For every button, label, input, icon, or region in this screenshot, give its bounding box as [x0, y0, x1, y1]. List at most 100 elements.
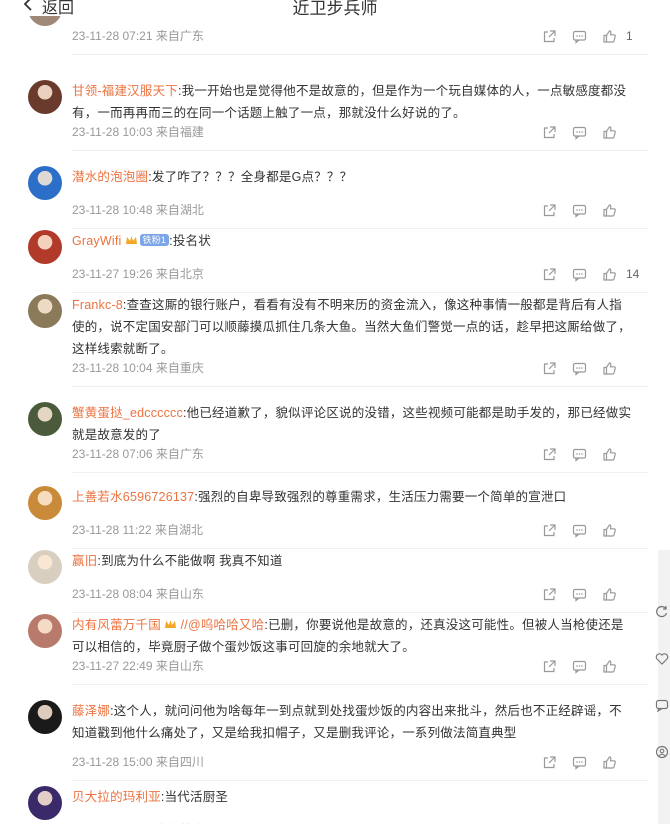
comment-date: 23-11-27 19:26: [72, 267, 153, 281]
username-link[interactable]: 上善若水6596726137: [72, 490, 194, 504]
avatar[interactable]: [28, 166, 62, 200]
username-link[interactable]: 内有风蕾万千国: [72, 618, 161, 632]
avatar[interactable]: [28, 294, 62, 328]
avatar[interactable]: [28, 700, 62, 734]
username-link[interactable]: Frankc-8: [72, 298, 123, 312]
share-icon[interactable]: [534, 753, 564, 771]
reply-icon[interactable]: [564, 657, 594, 675]
avatar[interactable]: [28, 486, 62, 520]
like-icon[interactable]: [594, 201, 624, 219]
share-icon[interactable]: [534, 27, 564, 45]
comment-actions: [534, 585, 642, 603]
comment-date: 23-11-28 15:00: [72, 755, 153, 769]
comment-actions: [534, 201, 642, 219]
profile-icon[interactable]: [655, 745, 669, 759]
avatar[interactable]: [28, 614, 62, 648]
divider: [72, 548, 648, 549]
avatar[interactable]: [28, 80, 62, 114]
username-link[interactable]: 蟹黄蛋挞_edcccccc: [72, 406, 183, 420]
like-icon[interactable]: [594, 123, 624, 141]
comment-location: 来自山东: [155, 587, 204, 601]
username-link[interactable]: 贝大拉的玛利亚: [72, 790, 161, 804]
reply-icon[interactable]: [564, 521, 594, 539]
heart-icon[interactable]: [655, 652, 669, 666]
like-icon[interactable]: [594, 265, 624, 283]
comment-meta: 23-11-28 10:04 来自重庆: [72, 360, 204, 376]
reply-icon[interactable]: [564, 359, 594, 377]
comment-date: 23-11-28 08:04: [72, 587, 153, 601]
like-icon[interactable]: [594, 445, 624, 463]
comment-body: 查查这厮的银行账户，看看有没有不明来历的资金流入，像这种事情一般都是背后有人指使…: [72, 298, 631, 356]
username-link[interactable]: 赢旧: [72, 554, 97, 568]
username-link[interactable]: 潜水的泡泡圈: [72, 170, 148, 184]
avatar[interactable]: [28, 230, 62, 264]
share-icon[interactable]: [534, 585, 564, 603]
comment-actions: [534, 753, 642, 771]
comment-item: 内有风蕾万千国 //@呜哈哈又哈:已删，你要说他是故意的，还真没这可能性。但被人…: [28, 614, 648, 685]
divider: [72, 228, 648, 229]
share-icon[interactable]: [534, 201, 564, 219]
comment-location: 来自重庆: [155, 361, 204, 375]
divider: [72, 472, 648, 473]
like-icon[interactable]: [594, 657, 624, 675]
comment-item: 蟹黄蛋挞_edcccccc:他已经道歉了，貌似评论区说的没错，这些视频可能都是助…: [28, 402, 648, 473]
reply-icon[interactable]: [564, 27, 594, 45]
comment-text: 赢旧:到底为什么不能做啊 我真不知道: [72, 550, 632, 572]
like-icon[interactable]: [594, 359, 624, 377]
reply-icon[interactable]: [564, 753, 594, 771]
like-icon[interactable]: [594, 521, 624, 539]
comment-meta: 23-11-27 22:49 来自山东: [72, 658, 204, 674]
share-icon[interactable]: [534, 521, 564, 539]
share-icon[interactable]: [534, 657, 564, 675]
share-icon[interactable]: [534, 445, 564, 463]
comment-actions: [534, 521, 642, 539]
avatar[interactable]: [28, 550, 62, 584]
refresh-icon[interactable]: [655, 604, 669, 618]
comment-item: 贝大拉的玛利亚:当代活厨圣23-11-27 19:05 来自甘肃3: [28, 786, 648, 824]
share-icon[interactable]: [534, 123, 564, 141]
comment-item: Frankc-8:查查这厮的银行账户，看看有没有不明来历的资金流入，像这种事情一…: [28, 294, 648, 387]
like-icon[interactable]: [594, 753, 624, 771]
reply-icon[interactable]: [564, 585, 594, 603]
comment-location: 来自福建: [155, 125, 204, 139]
comment-location: 来自广东: [155, 447, 204, 461]
chat-icon[interactable]: [655, 698, 669, 713]
reply-icon[interactable]: [564, 123, 594, 141]
comment-item: 上善若水6596726137:强烈的自卑导致强烈的尊重需求，生活压力需要一个简单…: [28, 486, 648, 549]
fan-badge: 铁粉1: [139, 234, 170, 246]
share-icon[interactable]: [534, 359, 564, 377]
mention-link[interactable]: //@呜哈哈又哈: [181, 618, 265, 632]
comment-text: 潜水的泡泡圈:发了咋了？？？全身都是G点？？？: [72, 166, 632, 188]
reply-icon[interactable]: [564, 201, 594, 219]
comment-body: 投名状: [172, 234, 211, 248]
reply-icon[interactable]: [564, 265, 594, 283]
comment-meta: 23-11-28 07:06 来自广东: [72, 446, 204, 462]
divider: [72, 150, 648, 151]
username-link[interactable]: 甘领-福建汉服天下: [72, 84, 178, 98]
comment-date: 23-11-28 10:04: [72, 361, 153, 375]
like-icon[interactable]: [594, 585, 624, 603]
reply-icon[interactable]: [564, 445, 594, 463]
share-icon[interactable]: [534, 265, 564, 283]
like-count: 14: [626, 267, 640, 281]
crown-icon: [125, 231, 138, 244]
comment-text: 甘领-福建汉服天下:我一开始也是觉得他不是故意的，但是作为一个玩自媒体的人，一点…: [72, 80, 632, 124]
username-link[interactable]: 藤泽娜: [72, 704, 110, 718]
comment-date: 23-11-28 11:22: [72, 523, 152, 537]
comment-location: 来自广东: [155, 29, 204, 43]
comment-body: 发了咋了？？？全身都是G点？？？: [151, 170, 353, 184]
comment-text: 内有风蕾万千国 //@呜哈哈又哈:已删，你要说他是故意的，还真没这可能性。但被人…: [72, 614, 632, 658]
comment-text: GrayWifi 铁粉1:投名状: [72, 230, 632, 252]
like-icon[interactable]: [594, 27, 624, 45]
top-bar: 返回 近卫步兵师: [0, 0, 670, 16]
comment-item: 甘领-福建汉服天下:我一开始也是觉得他不是故意的，但是作为一个玩自媒体的人，一点…: [28, 80, 648, 151]
username-link[interactable]: GrayWifi: [72, 234, 122, 248]
comment-text: 藤泽娜:这个人，就问问他为啥每年一到点就到处找蛋炒饭的内容出来批斗，然后也不正经…: [72, 700, 632, 744]
comment-meta: 23-11-28 11:22 来自湖北: [72, 522, 203, 538]
avatar[interactable]: [28, 786, 62, 820]
side-toolbar: [658, 550, 670, 824]
like-count: 1: [626, 29, 633, 43]
avatar[interactable]: [28, 402, 62, 436]
comment-body: 这个人，就问问他为啥每年一到点就到处找蛋炒饭的内容出来批斗，然后也不正经辟谣，不…: [72, 704, 622, 740]
comment-meta: 23-11-28 08:04 来自山东: [72, 586, 204, 602]
